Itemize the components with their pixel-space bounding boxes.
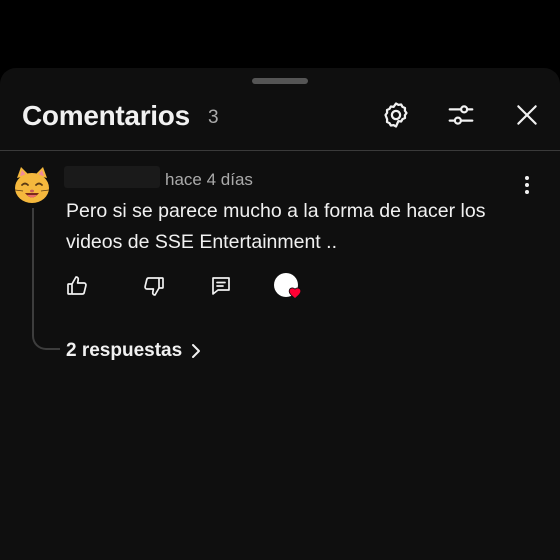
chevron-right-icon — [190, 343, 202, 359]
gear-icon[interactable] — [381, 100, 411, 130]
comments-count: 3 — [208, 107, 219, 128]
thumbs-up-icon[interactable] — [63, 272, 91, 300]
comments-header: Comentarios 3 — [0, 68, 560, 150]
heart-icon — [288, 287, 302, 300]
comment-text: Pero si se parece mucho a la forma de ha… — [66, 200, 486, 253]
avatar[interactable] — [12, 166, 52, 206]
comment-timestamp: hace 4 días — [165, 170, 253, 189]
thread-connector-line — [32, 208, 60, 350]
creator-heart[interactable] — [274, 273, 302, 301]
replies-label: 2 respuestas — [66, 340, 183, 361]
reply-icon[interactable] — [207, 272, 235, 300]
cat-face-icon — [14, 167, 50, 203]
author-name-redacted[interactable] — [64, 166, 160, 188]
more-options-icon[interactable] — [516, 174, 538, 196]
comments-title: Comentarios — [22, 100, 190, 131]
thumbs-down-icon[interactable] — [140, 272, 168, 300]
close-icon[interactable] — [512, 100, 542, 130]
sliders-icon[interactable] — [446, 100, 476, 130]
header-divider — [0, 150, 560, 151]
comments-sheet: Comentarios 3 hace 4 días Pero si se par… — [0, 68, 560, 560]
view-replies-button[interactable]: 2 respuestas — [66, 340, 202, 362]
